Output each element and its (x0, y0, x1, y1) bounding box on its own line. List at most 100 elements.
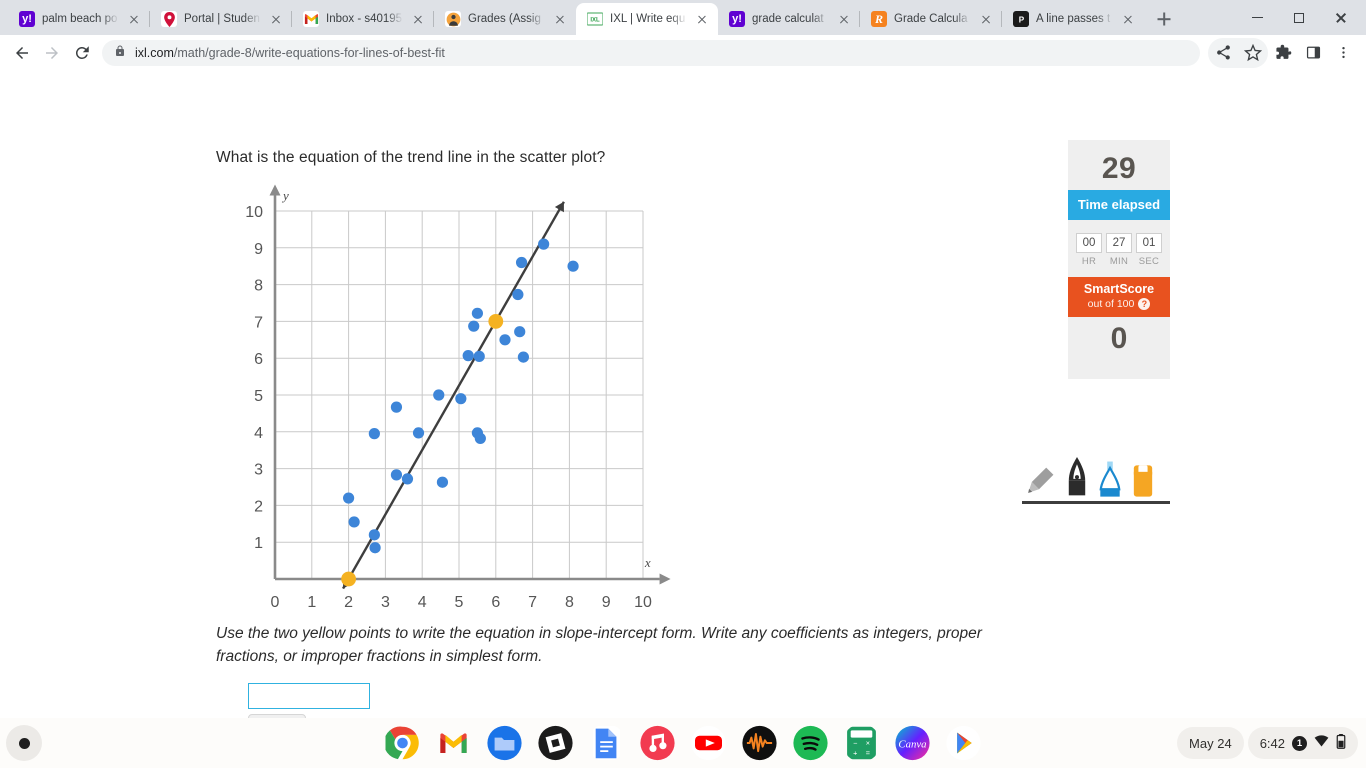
data-point (499, 334, 511, 346)
pencil-tool-icon[interactable] (1022, 465, 1056, 499)
new-tab-button[interactable] (1150, 5, 1178, 33)
maximize-window-button[interactable] (1278, 0, 1320, 35)
toolbar-right-icons (1208, 37, 1358, 68)
answer-input[interactable] (248, 683, 370, 709)
y-tick-label: 8 (254, 278, 263, 295)
spotify-icon[interactable] (792, 724, 830, 762)
tab-title: Grades (Assig (468, 13, 541, 25)
reload-icon[interactable] (68, 39, 96, 67)
y-tick-label: 3 (254, 462, 263, 479)
address-bar[interactable]: ixl.com/math/grade-8/write-equations-for… (102, 39, 1200, 66)
tab-close-icon[interactable] (268, 11, 284, 27)
launcher-dot-icon (18, 737, 30, 749)
launcher-button[interactable] (6, 725, 42, 761)
y-tick-label: 5 (254, 388, 263, 405)
audacity-icon[interactable] (741, 724, 779, 762)
scatter-plot: 0 1 2 3 4 5 6 7 8 9 1012345678910 xy (245, 184, 671, 611)
timer-minutes: 27 (1106, 233, 1132, 253)
files-icon[interactable] (486, 724, 524, 762)
data-point (514, 326, 526, 338)
tab-close-icon[interactable] (1120, 11, 1136, 27)
status-area: May 24 6:42 1 (1177, 727, 1358, 759)
timer-hours: 00 (1076, 233, 1102, 253)
share-icon[interactable] (1208, 38, 1238, 68)
forward-arrow-icon[interactable] (38, 39, 66, 67)
y-tick-label: 2 (254, 498, 263, 515)
browser-menu-icon[interactable] (1328, 38, 1358, 68)
calculator-icon[interactable]: − × + = (843, 724, 881, 762)
data-point (468, 320, 480, 332)
data-point (462, 350, 474, 362)
os-taskbar: − × + = Canva May 24 6:42 1 (0, 718, 1366, 768)
rapidtables-icon: R (871, 11, 887, 27)
tab-close-icon[interactable] (694, 11, 710, 27)
browser-tab[interactable]: Portal | Studen (149, 3, 292, 35)
chart-tick-labels: 0 1 2 3 4 5 6 7 8 9 10 1 2 3 4 5 6 7 8 9 10 (245, 204, 652, 611)
taskbar-date: May 24 (1189, 735, 1232, 751)
tab-title: palm beach po (42, 13, 118, 25)
data-point (517, 351, 529, 363)
side-panel-icon[interactable] (1298, 38, 1328, 68)
svg-text:−: − (853, 739, 857, 748)
youtube-icon[interactable] (690, 724, 728, 762)
browser-tab[interactable]: Grades (Assig (433, 3, 576, 35)
data-point (474, 432, 486, 445)
system-tray[interactable]: 6:42 1 (1247, 727, 1358, 759)
y-tick-label: 6 (254, 351, 263, 368)
highlighted-point (341, 571, 356, 587)
close-window-button[interactable] (1320, 0, 1362, 35)
browser-tab[interactable]: y! grade calculat (718, 3, 860, 35)
canva-icon[interactable]: Canva (894, 724, 932, 762)
play-store-icon[interactable] (945, 724, 983, 762)
browser-tab[interactable]: IXL IXL | Write equ (576, 3, 718, 35)
x-tick-label: 1 (307, 594, 316, 611)
browser-tab[interactable]: R Grade Calcula (859, 3, 1002, 35)
yahoo-icon: y! (729, 11, 745, 27)
chrome-icon[interactable] (384, 724, 422, 762)
eraser-tool-icon[interactable] (1132, 463, 1154, 499)
browser-tab[interactable]: P A line passes t (1001, 3, 1144, 35)
lock-icon (114, 44, 126, 62)
tab-close-icon[interactable] (552, 11, 568, 27)
extensions-puzzle-icon[interactable] (1268, 38, 1298, 68)
bookmark-star-icon[interactable] (1238, 38, 1268, 68)
x-tick-label: 8 (565, 594, 574, 611)
tab-close-icon[interactable] (410, 11, 426, 27)
highlighter-tool-icon[interactable] (1098, 461, 1122, 499)
window-controls (1236, 0, 1366, 35)
google-docs-icon[interactable] (588, 724, 626, 762)
pearson-icon: P (1013, 11, 1029, 27)
music-icon[interactable] (639, 724, 677, 762)
data-point (368, 428, 380, 440)
back-arrow-icon[interactable] (8, 39, 36, 67)
progress-panel: 29 Time elapsed 00 27 01 HR MIN SEC Smar… (1068, 140, 1170, 379)
svg-text:+: + (853, 749, 857, 758)
data-point (348, 516, 360, 528)
y-tick-label: 10 (245, 204, 263, 221)
help-icon[interactable]: ? (1138, 298, 1151, 310)
data-point (471, 307, 483, 319)
y-tick-label: 9 (254, 241, 263, 258)
smartscore-banner: SmartScore out of 100 ? (1068, 277, 1170, 317)
tab-title: Portal | Studen (184, 13, 260, 25)
pen-tool-icon[interactable] (1066, 457, 1088, 499)
taskbar-time: 6:42 (1259, 735, 1285, 751)
svg-text:P: P (1018, 15, 1024, 24)
y-tick-label: 7 (254, 314, 263, 331)
timer-label-min: MIN (1109, 256, 1129, 267)
url-path: /math/grade-8/write-equations-for-lines-… (173, 45, 445, 60)
roblox-icon[interactable] (537, 724, 575, 762)
browser-tab[interactable]: Inbox - s40195 (291, 3, 434, 35)
tab-close-icon[interactable] (836, 11, 852, 27)
x-axis-arrowhead (659, 573, 671, 585)
tab-close-icon[interactable] (978, 11, 994, 27)
data-point (390, 469, 403, 481)
date-pill[interactable]: May 24 (1177, 727, 1244, 759)
tab-close-icon[interactable] (126, 11, 142, 27)
wifi-icon (1314, 735, 1329, 751)
minimize-window-button[interactable] (1236, 0, 1278, 35)
data-point (433, 389, 445, 401)
notification-badge: 1 (1292, 735, 1307, 751)
browser-tab[interactable]: y! palm beach po (8, 3, 150, 35)
gmail-icon[interactable] (435, 724, 473, 762)
